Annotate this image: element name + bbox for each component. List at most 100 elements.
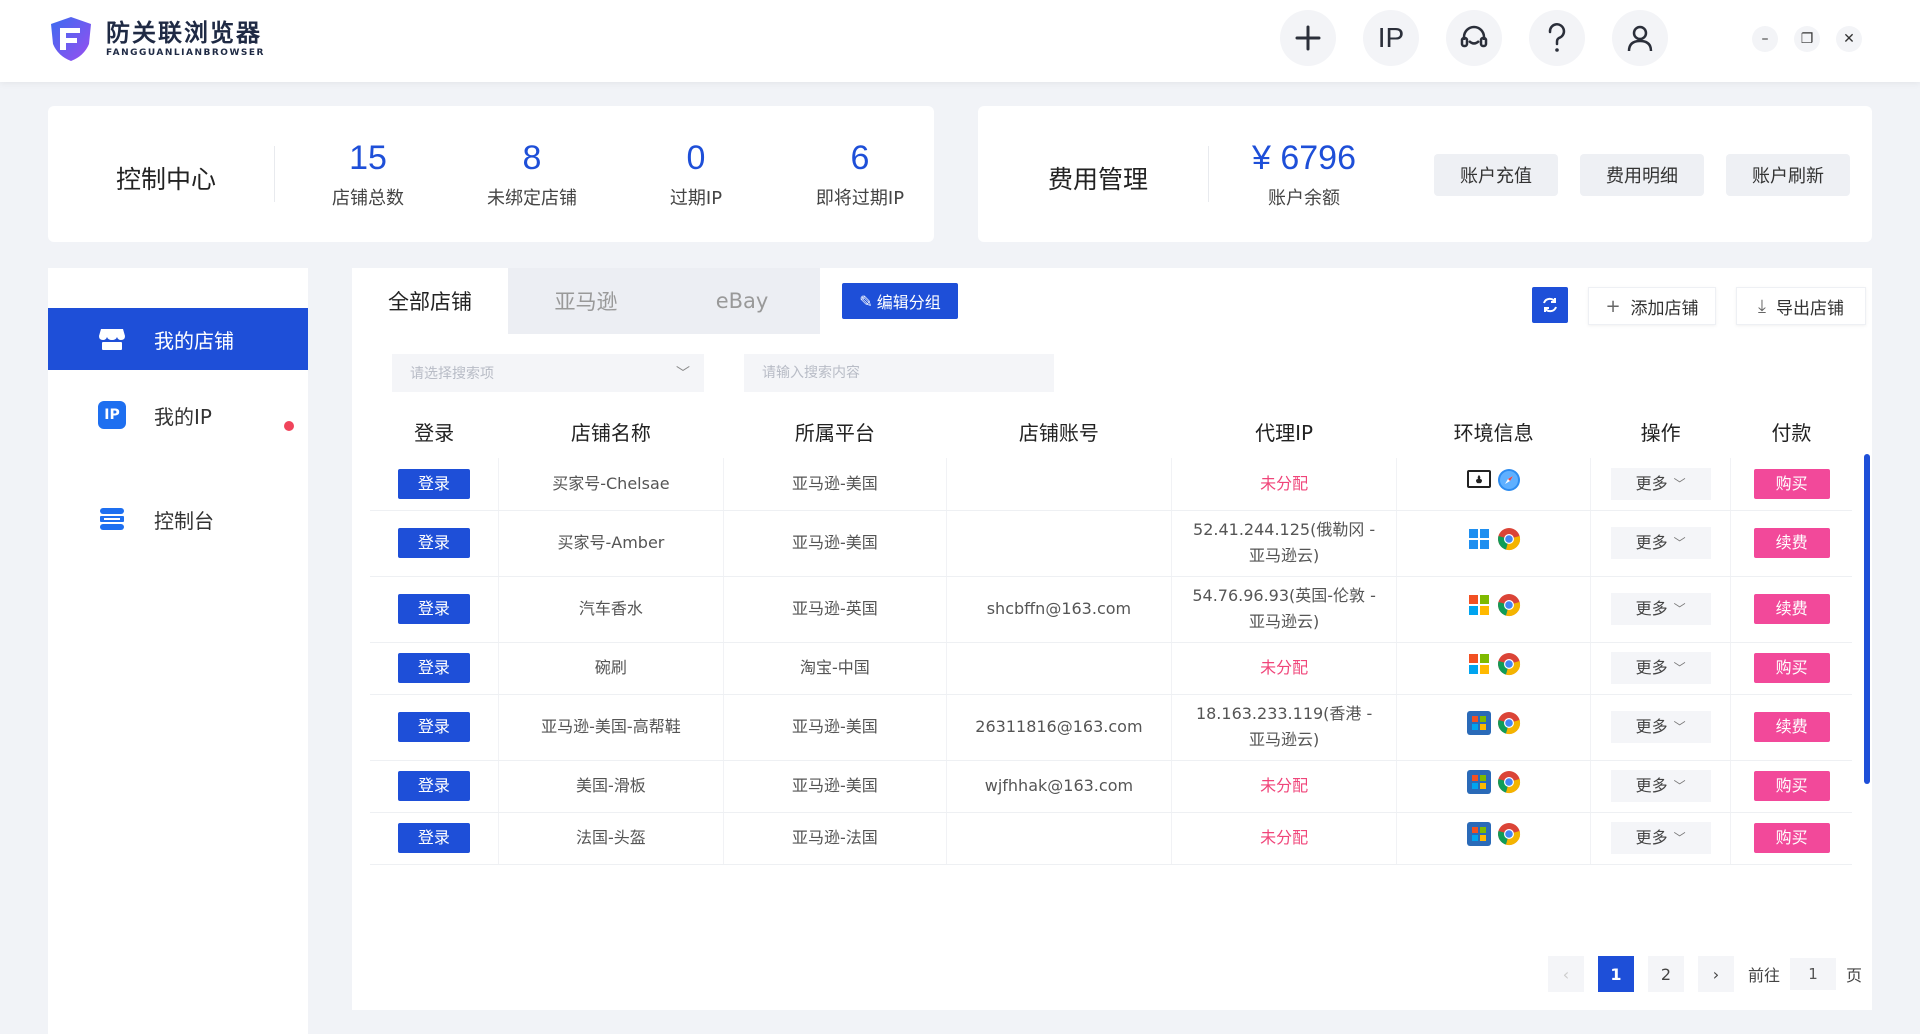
edit-group-button[interactable]: ✎ 编辑分组 bbox=[842, 283, 958, 319]
store-account bbox=[946, 642, 1173, 695]
chevron-down-icon: ﹀ bbox=[1673, 536, 1686, 550]
cost-title: 费用管理 bbox=[1048, 165, 1149, 194]
support-icon[interactable] bbox=[1446, 10, 1502, 66]
export-store-button[interactable]: ⤓ 导出店铺 bbox=[1736, 287, 1866, 325]
more-actions-button[interactable]: 更多 ﹀ bbox=[1610, 527, 1711, 559]
login-button[interactable]: 登录 bbox=[397, 653, 470, 683]
login-button[interactable]: 登录 bbox=[397, 712, 470, 742]
store-name: 碗刷 bbox=[498, 642, 725, 695]
login-button[interactable]: 登录 bbox=[397, 594, 470, 624]
store-name: 法国-头盔 bbox=[498, 812, 725, 865]
table-row: 登录 买家号-Chelsae 亚马逊-美国 未分配 更多 ﹀ 购买 bbox=[370, 458, 1852, 511]
cost-management-card: 费用管理 ¥ 6796 账户余额 账户充值 费用明细 账户刷新 bbox=[978, 106, 1872, 242]
proxy-ip: 未分配 bbox=[1171, 642, 1398, 695]
store-platform: 亚马逊-美国 bbox=[723, 694, 947, 761]
payment-button[interactable]: 购买 bbox=[1753, 771, 1830, 801]
store-account bbox=[946, 458, 1173, 511]
more-actions-button[interactable]: 更多 ﹀ bbox=[1610, 822, 1711, 854]
minimize-icon[interactable]: – bbox=[1752, 26, 1778, 52]
table-row: 登录 汽车香水 亚马逊-英国 shcbffn@163.com 54.76.96.93(英… bbox=[370, 576, 1852, 643]
restore-icon[interactable]: ❐ bbox=[1794, 26, 1820, 52]
login-button[interactable]: 登录 bbox=[397, 528, 470, 558]
login-button[interactable]: 登录 bbox=[397, 771, 470, 801]
prev-page-icon[interactable]: ‹ bbox=[1548, 956, 1584, 992]
store-account: 26311816@163.com bbox=[946, 694, 1173, 761]
more-actions-button[interactable]: 更多 ﹀ bbox=[1610, 652, 1711, 684]
refresh-button[interactable] bbox=[1532, 287, 1568, 323]
store-account: wjfhhak@163.com bbox=[946, 760, 1173, 813]
goto-page-input[interactable] bbox=[1790, 958, 1837, 990]
next-page-icon[interactable]: › bbox=[1698, 956, 1734, 992]
stat-total-stores[interactable]: 15 店铺总数 bbox=[293, 138, 443, 210]
store-icon bbox=[98, 325, 126, 353]
brand-name: 防关联浏览器 bbox=[106, 19, 262, 47]
store-platform: 淘宝-中国 bbox=[723, 642, 947, 695]
control-center-card: 控制中心 15 店铺总数 8 未绑定店铺 0 过期IP 6 即将过期IP bbox=[48, 106, 934, 242]
mac-os-icon bbox=[1466, 469, 1491, 488]
add-icon[interactable] bbox=[1280, 10, 1336, 66]
stat-unbound-stores[interactable]: 8 未绑定店铺 bbox=[457, 138, 607, 210]
sidebar-item-my-ip[interactable]: IP 我的IP bbox=[48, 384, 308, 446]
recharge-button[interactable]: 账户充值 bbox=[1434, 154, 1558, 196]
tab-all-stores[interactable]: 全部店铺 bbox=[352, 268, 508, 334]
sidebar-item-console[interactable]: 控制台 bbox=[48, 488, 308, 550]
store-name: 买家号-Amber bbox=[498, 510, 725, 577]
payment-button[interactable]: 购买 bbox=[1753, 823, 1830, 853]
more-actions-button[interactable]: 更多 ﹀ bbox=[1610, 593, 1711, 625]
more-actions-button[interactable]: 更多 ﹀ bbox=[1610, 467, 1711, 500]
top-bar: 防关联浏览器 FANGGUANLIANBROWSER IP – ❐ ✕ bbox=[0, 0, 1920, 82]
col-environment: 环境信息 bbox=[1453, 420, 1534, 445]
windows-xp-icon bbox=[1468, 595, 1489, 615]
col-actions: 操作 bbox=[1640, 420, 1681, 445]
table-row: 登录 买家号-Amber 亚马逊-美国 52.41.244.125(俄勒冈 - 亚马逊云… bbox=[370, 510, 1852, 577]
user-icon[interactable] bbox=[1612, 10, 1668, 66]
close-icon[interactable]: ✕ bbox=[1836, 26, 1862, 52]
payment-button[interactable]: 续费 bbox=[1753, 594, 1830, 624]
control-center-title: 控制中心 bbox=[116, 165, 217, 194]
store-account bbox=[946, 812, 1173, 865]
store-account bbox=[946, 510, 1173, 577]
store-platform: 亚马逊-美国 bbox=[723, 510, 947, 577]
col-platform: 所属平台 bbox=[794, 420, 875, 445]
payment-button[interactable]: 购买 bbox=[1753, 468, 1830, 499]
tab-ebay[interactable]: eBay bbox=[664, 268, 820, 334]
tab-amazon[interactable]: 亚马逊 bbox=[508, 268, 664, 334]
page-1[interactable]: 1 bbox=[1598, 956, 1634, 992]
app-logo: 防关联浏览器 FANGGUANLIANBROWSER bbox=[46, 14, 265, 64]
payment-button[interactable]: 购买 bbox=[1753, 653, 1830, 683]
table-scrollbar[interactable] bbox=[1864, 454, 1870, 784]
search-field-select[interactable]: 请选择搜索项 ﹀ bbox=[392, 354, 704, 392]
store-platform: 亚马逊-英国 bbox=[723, 576, 947, 643]
ip-button[interactable]: IP bbox=[1363, 10, 1419, 66]
payment-button[interactable]: 续费 bbox=[1753, 528, 1830, 558]
store-name: 美国-滑板 bbox=[498, 760, 725, 813]
sidebar-item-my-stores[interactable]: 我的店铺 bbox=[48, 308, 308, 370]
chevron-down-icon: ﹀ bbox=[1673, 779, 1686, 793]
console-icon bbox=[98, 505, 126, 533]
login-button[interactable]: 登录 bbox=[397, 468, 470, 499]
chrome-icon bbox=[1497, 771, 1520, 794]
store-name: 汽车香水 bbox=[498, 576, 725, 643]
stat-expired-ip[interactable]: 0 过期IP bbox=[621, 138, 771, 210]
notification-dot bbox=[284, 421, 294, 431]
login-button[interactable]: 登录 bbox=[397, 823, 470, 853]
proxy-ip: 未分配 bbox=[1171, 812, 1398, 865]
stat-expiring-ip[interactable]: 6 即将过期IP bbox=[785, 138, 935, 210]
help-icon[interactable] bbox=[1529, 10, 1585, 66]
environment-info bbox=[1396, 760, 1591, 813]
more-actions-button[interactable]: 更多 ﹀ bbox=[1610, 711, 1711, 743]
more-actions-button[interactable]: 更多 ﹀ bbox=[1610, 770, 1711, 802]
search-input[interactable] bbox=[744, 354, 1054, 392]
edit-icon: ✎ bbox=[859, 291, 873, 311]
payment-button[interactable]: 续费 bbox=[1753, 712, 1830, 742]
headset-icon bbox=[1460, 25, 1488, 48]
add-store-button[interactable]: + 添加店铺 bbox=[1588, 287, 1716, 325]
account-refresh-button[interactable]: 账户刷新 bbox=[1726, 154, 1850, 196]
chrome-icon bbox=[1497, 528, 1520, 551]
table-row: 登录 法国-头盔 亚马逊-法国 未分配 更多 ﹀ 购买 bbox=[370, 812, 1852, 865]
page-2[interactable]: 2 bbox=[1648, 956, 1684, 992]
plus-icon: + bbox=[1605, 295, 1621, 317]
store-name: 亚马逊-美国-高帮鞋 bbox=[498, 694, 725, 761]
cost-details-button[interactable]: 费用明细 bbox=[1580, 154, 1704, 196]
download-icon: ⤓ bbox=[1758, 295, 1766, 317]
